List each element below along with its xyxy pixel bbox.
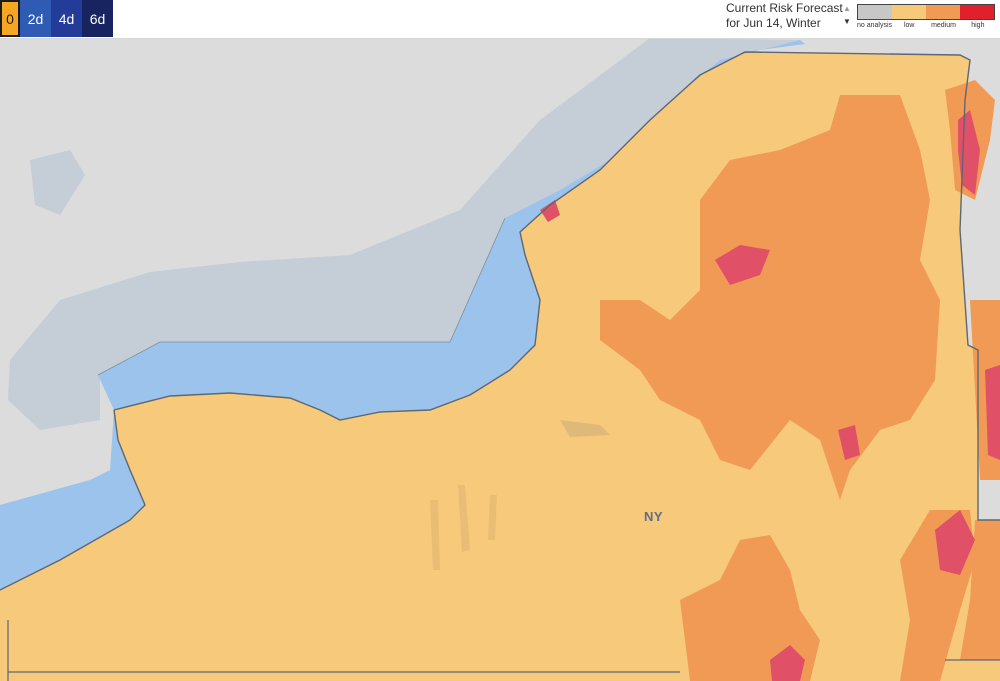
spinner-up-icon[interactable]: ▲	[840, 2, 854, 16]
day-tab-2d[interactable]: 2d	[20, 0, 51, 37]
legend-swatch-low	[892, 5, 926, 19]
risk-legend: no analysis low medium high	[857, 4, 995, 29]
legend-bar	[857, 4, 995, 20]
spinner-down-icon[interactable]: ▼	[840, 15, 854, 29]
legend-label-no-analysis: no analysis	[857, 22, 893, 29]
day-tabs: 0 2d 4d 6d	[0, 0, 113, 37]
forecast-line-1: Current Risk Forecast	[726, 1, 843, 15]
forecast-line-2: for Jun 14, Winter	[726, 16, 821, 30]
day-tab-6d[interactable]: 6d	[82, 0, 113, 37]
legend-swatch-medium	[926, 5, 960, 19]
day-tab-0[interactable]: 0	[0, 0, 20, 37]
page: 0 2d 4d 6d Current Risk Forecast for Jun…	[0, 0, 1000, 681]
legend-labels: no analysis low medium high	[857, 22, 995, 29]
forecast-spinner[interactable]: ▲ ▼	[840, 0, 854, 32]
legend-swatch-no-analysis	[858, 5, 892, 19]
risk-map[interactable]: NY	[0, 38, 1000, 681]
forecast-label: Current Risk Forecast for Jun 14, Winter	[726, 1, 843, 31]
legend-label-low: low	[903, 22, 915, 29]
map-canvas[interactable]	[0, 38, 1000, 681]
day-tab-4d[interactable]: 4d	[51, 0, 82, 37]
legend-label-high: high	[971, 22, 985, 29]
legend-swatch-high	[960, 5, 994, 19]
top-toolbar: 0 2d 4d 6d Current Risk Forecast for Jun…	[0, 0, 1000, 39]
forecast-selector[interactable]: Current Risk Forecast for Jun 14, Winter…	[722, 0, 854, 34]
state-label-ny: NY	[644, 509, 664, 524]
legend-label-medium: medium	[931, 22, 956, 29]
